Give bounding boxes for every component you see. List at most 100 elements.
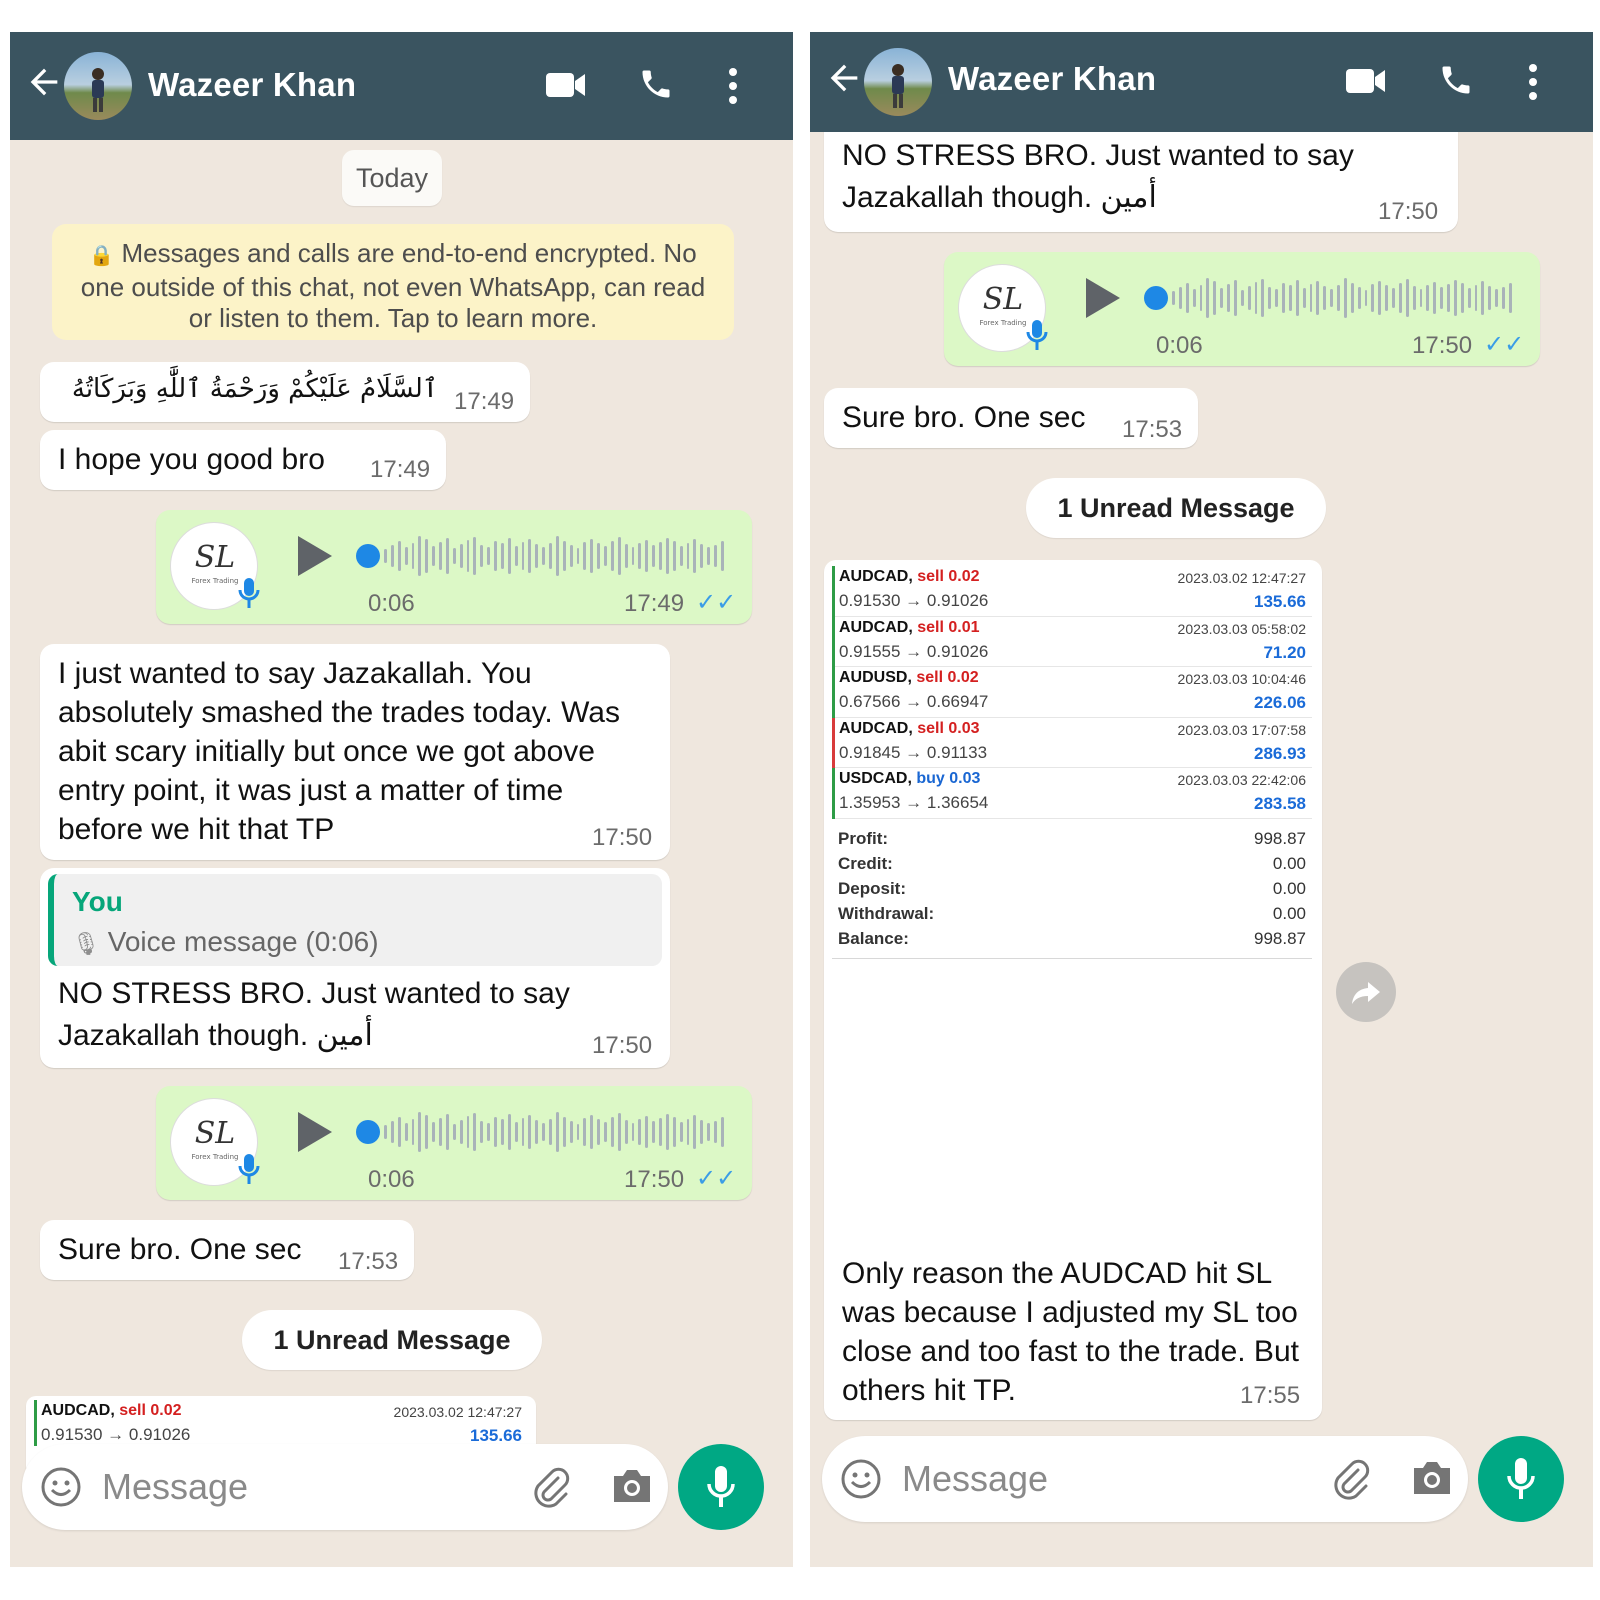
trade-profit: 135.66	[1254, 592, 1306, 611]
encryption-notice[interactable]: 🔒 Messages and calls are end-to-end encr…	[52, 224, 734, 340]
attach-icon[interactable]	[528, 1464, 572, 1508]
incoming-message[interactable]: Sure bro. One sec 17:53	[40, 1220, 414, 1280]
waveform-bar	[1220, 288, 1223, 308]
waveform[interactable]	[384, 534, 724, 578]
waveform-bar	[1323, 286, 1327, 310]
encryption-notice-text: Messages and calls are end-to-end encryp…	[80, 238, 706, 333]
contact-name[interactable]: Wazeer Khan	[148, 66, 356, 104]
voice-message[interactable]: SL Forex Trading 0:06 17:50 ✓✓	[944, 252, 1540, 366]
waveform-bar	[1467, 288, 1471, 308]
waveform-bar	[1316, 281, 1320, 315]
back-arrow-icon[interactable]	[24, 62, 64, 102]
summary-row: Withdrawal: 0.00	[832, 902, 1312, 927]
summary-row: Profit: 998.87	[832, 827, 1312, 852]
waveform-bar	[597, 1119, 600, 1145]
incoming-message[interactable]: Sure bro. One sec 17:53	[824, 388, 1198, 448]
playback-position[interactable]	[1144, 286, 1168, 310]
video-call-icon[interactable]	[1345, 64, 1387, 98]
waveform-bar	[1343, 278, 1347, 318]
voice-call-icon[interactable]	[638, 66, 674, 102]
menu-more-icon[interactable]	[1522, 62, 1544, 102]
contact-name[interactable]: Wazeer Khan	[948, 60, 1156, 98]
waveform-bar	[617, 537, 621, 575]
waveform-bar	[1426, 285, 1430, 311]
menu-more-icon[interactable]	[722, 66, 744, 106]
waveform-bar	[528, 1115, 532, 1149]
waveform-bar	[1385, 285, 1388, 311]
playback-position[interactable]	[356, 544, 380, 568]
message-input[interactable]: Message	[22, 1444, 668, 1530]
trade-row: AUDCAD, sell 0.02 2023.03.02 12:47:27 0.91…	[832, 566, 1312, 617]
waveform-bar	[1247, 286, 1251, 310]
waveform-bar	[445, 538, 449, 574]
waveform-bar	[700, 544, 704, 568]
back-arrow-icon[interactable]	[824, 58, 864, 98]
svg-text:Forex Trading: Forex Trading	[191, 577, 238, 585]
image-message[interactable]: AUDCAD, sell 0.02 2023.03.02 12:47:27 0.91…	[824, 560, 1322, 1420]
play-button[interactable]	[298, 536, 332, 576]
playback-position[interactable]	[356, 1120, 380, 1144]
trade-row: AUDCAD, sell 0.01 2023.03.03 05:58:02 0.91…	[832, 616, 1312, 667]
waveform-bar	[1350, 283, 1354, 313]
waveform-bar	[487, 1123, 490, 1141]
message-time: 17:53	[1122, 416, 1183, 443]
record-voice-button[interactable]	[678, 1444, 764, 1530]
play-button[interactable]	[298, 1112, 332, 1152]
contact-avatar[interactable]	[64, 52, 132, 120]
svg-text:SL: SL	[195, 1116, 235, 1151]
waveform[interactable]	[1172, 276, 1512, 320]
waveform-bar	[466, 540, 470, 572]
emoji-icon[interactable]	[40, 1466, 82, 1508]
unread-divider: 1 Unread Message	[1026, 478, 1326, 538]
message-list[interactable]: Today 🔒 Messages and calls are end-to-en…	[10, 140, 793, 1567]
reply-message[interactable]: You 🎙 Voice message (0:06) NO STRESS BRO…	[40, 868, 670, 1068]
trade-symbol: AUDCAD, sell 0.02	[839, 568, 980, 585]
waveform-bar	[638, 543, 642, 569]
incoming-message[interactable]: ٱلسَّلَامُ عَلَيْكُمْ وَرَحْمَةُ ٱللَّٰه…	[40, 362, 530, 422]
trade-price: 0.91555 → 0.91026	[839, 641, 989, 661]
message-placeholder: Message	[902, 1458, 1049, 1499]
waveform-bar	[514, 1122, 518, 1142]
lock-icon: 🔒	[89, 245, 115, 267]
voice-call-icon[interactable]	[1438, 62, 1474, 98]
camera-icon[interactable]	[610, 1466, 654, 1506]
forward-button[interactable]	[1336, 962, 1396, 1022]
quoted-message[interactable]: You 🎙 Voice message (0:06)	[48, 874, 662, 966]
waveform-bar	[576, 548, 580, 564]
trade-date: 2023.03.03 10:04:46	[1177, 671, 1306, 687]
contact-avatar[interactable]	[864, 48, 932, 116]
waveform-bar	[452, 1124, 456, 1140]
voice-message[interactable]: SL Forex Trading 0:06 17:49 ✓✓	[156, 510, 752, 624]
waveform[interactable]	[384, 1110, 724, 1154]
waveform-bar	[494, 541, 497, 571]
waveform-bar	[1275, 289, 1278, 307]
waveform-bar	[1192, 289, 1196, 307]
waveform-bar	[604, 546, 607, 566]
waveform-bar	[569, 1121, 573, 1143]
attach-icon[interactable]	[1328, 1456, 1372, 1500]
mic-icon	[238, 578, 260, 608]
incoming-message[interactable]: I hope you good bro 17:49	[40, 430, 446, 490]
waveform-bar	[659, 542, 662, 570]
waveform-bar	[397, 1117, 401, 1147]
waveform-bar	[528, 539, 532, 573]
camera-icon[interactable]	[1410, 1458, 1454, 1498]
trade-date: 2023.03.03 05:58:02	[1177, 620, 1306, 637]
message-list[interactable]: NO STRESS BRO. Just wanted to say Jazaka…	[810, 132, 1593, 1567]
record-voice-button[interactable]	[1478, 1436, 1564, 1522]
mic-icon	[238, 1154, 260, 1184]
video-call-icon[interactable]	[545, 68, 587, 102]
waveform-bar	[1474, 285, 1478, 311]
trade-symbol: AUDUSD, sell 0.02	[839, 669, 979, 686]
waveform-bar	[390, 1121, 394, 1143]
message-input[interactable]: Message	[822, 1436, 1468, 1522]
emoji-icon[interactable]	[840, 1458, 882, 1500]
voice-message[interactable]: SL Forex Trading 0:06 17:50 ✓✓	[156, 1086, 752, 1200]
incoming-message[interactable]: I just wanted to say Jazakallah. You abs…	[40, 644, 670, 860]
trade-date: 2023.03.03 22:42:06	[1177, 772, 1306, 788]
incoming-message[interactable]: NO STRESS BRO. Just wanted to say Jazaka…	[824, 132, 1458, 232]
play-button[interactable]	[1086, 278, 1120, 318]
unread-divider: 1 Unread Message	[242, 1310, 542, 1370]
message-time: 17:50	[592, 824, 653, 851]
waveform-bar	[549, 1119, 552, 1145]
